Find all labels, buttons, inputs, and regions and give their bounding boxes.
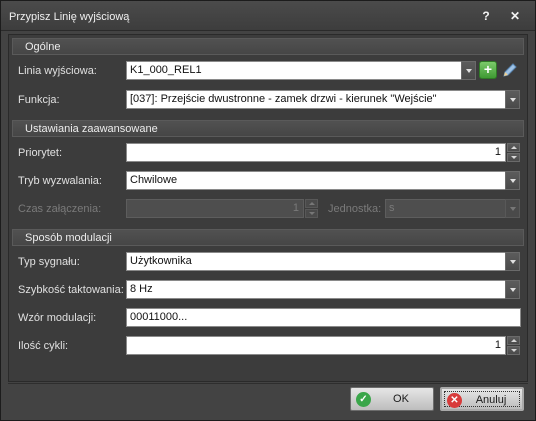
spin-down-button: [305, 209, 318, 218]
clock-speed-dropdown-button[interactable]: [505, 280, 520, 299]
clock-speed-combo[interactable]: 8 Hz: [126, 280, 507, 299]
output-line-label: Linia wyjściowa:: [18, 65, 97, 77]
function-dropdown-button[interactable]: [505, 90, 520, 109]
cycles-spinner[interactable]: [507, 336, 520, 355]
add-output-line-button[interactable]: +: [479, 61, 497, 79]
title-bar[interactable]: Przypisz Linię wyjściową ? ✕: [1, 1, 535, 31]
ok-button[interactable]: ✓ OK: [350, 387, 434, 411]
plus-icon: +: [483, 61, 493, 77]
close-icon[interactable]: ✕: [506, 8, 524, 24]
dialog-window: Przypisz Linię wyjściową ? ✕ Ogólne Lini…: [0, 0, 536, 421]
signal-type-dropdown-button[interactable]: [505, 252, 520, 271]
edit-output-line-button[interactable]: [501, 61, 519, 79]
trigger-mode-combo[interactable]: Chwilowe: [126, 171, 507, 190]
spin-down-button[interactable]: [507, 346, 520, 355]
function-label: Funkcja:: [18, 94, 60, 106]
cancel-button-label: Anuluj: [475, 394, 507, 406]
section-title-modulation: Sposób modulacji: [25, 232, 112, 244]
pencil-icon: [503, 63, 517, 77]
unit-combo: s: [385, 199, 507, 218]
window-title: Przypisz Linię wyjściową: [9, 11, 130, 23]
chevron-down-icon: [510, 288, 516, 292]
spin-up-button: [305, 199, 318, 208]
output-line-dropdown-button[interactable]: [461, 61, 476, 80]
modulation-pattern-label: Wzór modulacji:: [18, 312, 97, 324]
signal-type-combo[interactable]: Użytkownika: [126, 252, 507, 271]
chevron-down-icon: [510, 179, 516, 183]
arrow-up-icon: [511, 339, 517, 342]
chevron-down-icon: [510, 207, 516, 211]
on-time-spinner: [305, 199, 318, 218]
chevron-down-icon: [466, 69, 472, 73]
cycles-label: Ilość cykli:: [18, 340, 69, 352]
help-icon[interactable]: ?: [477, 8, 495, 24]
unit-dropdown-button: [505, 199, 520, 218]
section-header-general: Ogólne: [12, 38, 524, 55]
clock-speed-label: Szybkość taktowania:: [18, 284, 124, 296]
function-combo[interactable]: [037]: Przejście dwustronne - zamek drzw…: [126, 90, 507, 109]
arrow-down-icon: [309, 212, 315, 215]
arrow-up-icon: [511, 146, 517, 149]
cancel-button[interactable]: ✕ Anuluj: [440, 387, 524, 411]
section-header-advanced: Ustawiania zaawansowane: [12, 120, 524, 137]
chevron-down-icon: [510, 260, 516, 264]
priority-label: Priorytet:: [18, 147, 63, 159]
trigger-mode-dropdown-button[interactable]: [505, 171, 520, 190]
section-title-general: Ogólne: [25, 41, 61, 53]
on-time-input: 1: [126, 199, 304, 218]
cycles-input[interactable]: 1: [126, 336, 506, 355]
on-time-label: Czas załączenia:: [18, 203, 102, 215]
arrow-up-icon: [309, 202, 315, 205]
output-line-field[interactable]: K1_000_REL1: [126, 61, 463, 80]
spin-up-button[interactable]: [507, 336, 520, 345]
spin-down-button[interactable]: [507, 153, 520, 162]
dialog-content: Ogólne Linia wyjściowa: K1_000_REL1 + Fu…: [8, 34, 528, 382]
chevron-down-icon: [510, 98, 516, 102]
priority-spinner[interactable]: [507, 143, 520, 162]
arrow-down-icon: [511, 349, 517, 352]
arrow-down-icon: [511, 156, 517, 159]
priority-input[interactable]: 1: [126, 143, 506, 162]
footer-separator: [8, 383, 528, 384]
ok-button-label: OK: [393, 393, 409, 405]
section-title-advanced: Ustawiania zaawansowane: [25, 123, 158, 135]
modulation-pattern-field[interactable]: 00011000...: [126, 308, 521, 327]
trigger-mode-label: Tryb wyzwalania:: [18, 175, 102, 187]
unit-label: Jednostka:: [328, 203, 382, 215]
section-header-modulation: Sposób modulacji: [12, 229, 524, 246]
signal-type-label: Typ sygnału:: [18, 256, 80, 268]
spin-up-button[interactable]: [507, 143, 520, 152]
